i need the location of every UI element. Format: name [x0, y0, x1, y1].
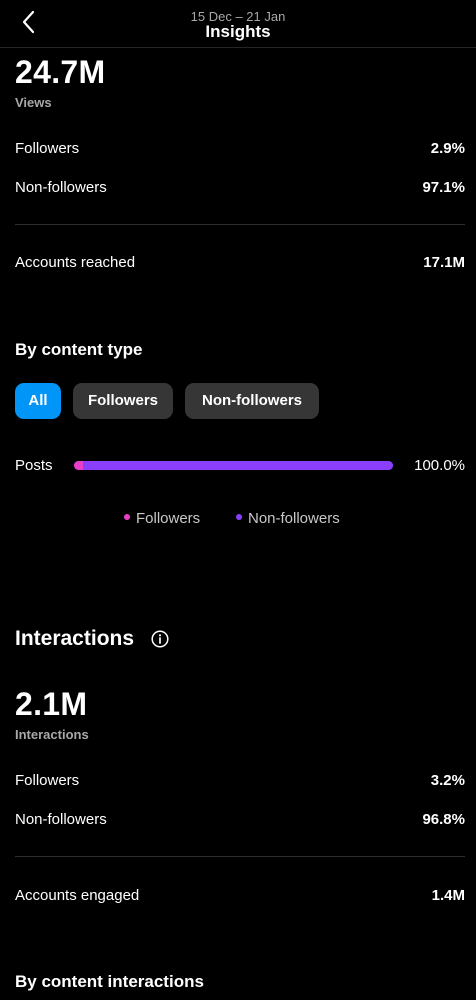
filter-chip-non-followers[interactable]: Non-followers	[185, 383, 319, 419]
bar-percent: 100.0%	[414, 457, 465, 474]
row-label: Accounts reached	[15, 254, 136, 271]
row-value: 97.1%	[422, 179, 465, 196]
row-label: Followers	[15, 140, 80, 157]
interactions-followers-row: Followers 3.2%	[15, 772, 465, 792]
row-label: Followers	[15, 772, 80, 789]
filter-chip-followers[interactable]: Followers	[73, 383, 173, 419]
info-circle-icon[interactable]	[151, 630, 169, 648]
accounts-engaged-row: Accounts engaged 1.4M	[15, 887, 465, 907]
legend-dot	[236, 514, 242, 521]
interactions-title: Interactions	[15, 627, 135, 650]
row-value: 1.4M	[431, 887, 465, 904]
row-value: 3.2%	[430, 772, 465, 789]
views-followers-row: Followers 2.9%	[15, 140, 465, 160]
posts-bar-nonfollowers-segment	[83, 461, 393, 470]
legend-dot	[124, 514, 130, 521]
accounts-reached-row: Accounts reached 17.1M	[15, 254, 465, 274]
views-nonfollowers-row: Non-followers 97.1%	[15, 179, 465, 199]
legend-followers: Followers	[124, 510, 200, 527]
interactions-value: 2.1M	[15, 686, 88, 722]
row-label: Accounts engaged	[15, 887, 140, 904]
divider	[15, 856, 465, 857]
views-caption: Views	[15, 95, 52, 110]
row-value: 96.8%	[422, 811, 465, 828]
posts-bar	[74, 461, 393, 470]
row-value: 17.1M	[423, 254, 465, 271]
interactions-nonfollowers-row: Non-followers 96.8%	[15, 811, 465, 831]
page-title: Insights	[205, 22, 271, 41]
divider	[15, 224, 465, 225]
posts-bar-followers-segment	[74, 461, 83, 470]
row-value: 2.9%	[430, 140, 465, 157]
top-bar: 15 Dec – 21 Jan Insights	[0, 0, 476, 48]
row-label: Non-followers	[15, 811, 107, 828]
legend-label: Followers	[136, 510, 201, 527]
filter-chip-all[interactable]: All	[15, 383, 61, 419]
content-type-title: By content type	[15, 340, 143, 359]
interactions-caption: Interactions	[15, 727, 89, 742]
legend-label: Non-followers	[248, 510, 340, 527]
legend-non-followers: Non-followers	[236, 510, 340, 527]
content-interactions-title: By content interactions	[15, 972, 204, 991]
bar-label: Posts	[15, 457, 53, 474]
row-label: Non-followers	[15, 179, 107, 196]
views-value: 24.7M	[15, 54, 106, 90]
